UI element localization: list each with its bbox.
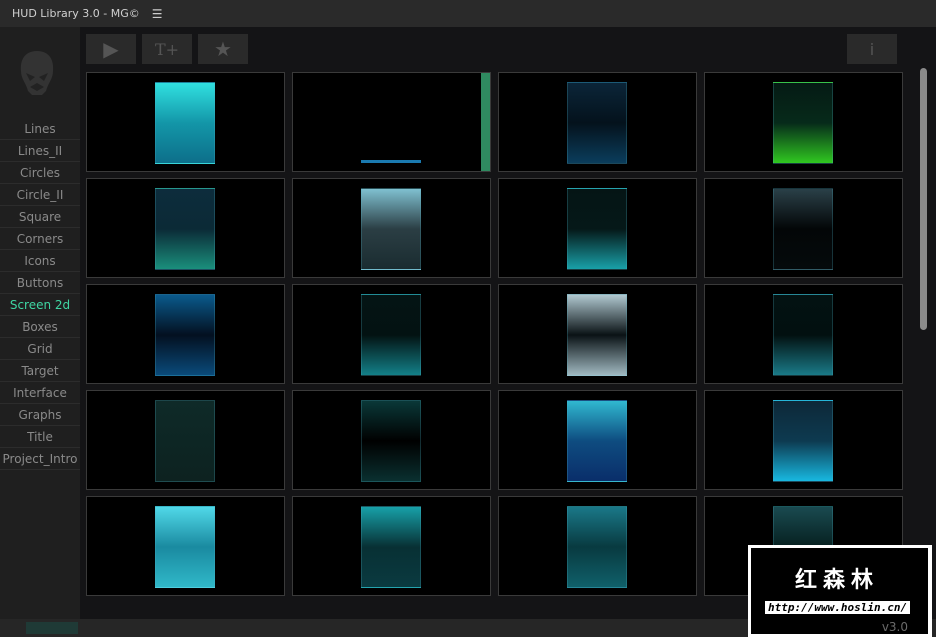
hud-screen-preview [155,294,215,376]
thumbnail-item[interactable] [86,72,285,172]
main-panel: ▶ T+ ★ i [80,27,936,619]
add-text-button[interactable]: T+ [142,34,192,64]
hud-screen-preview [567,506,627,588]
hud-screen-preview [155,506,215,588]
window-title: HUD Library 3.0 - MG© [12,7,140,20]
thumbnail-item[interactable] [498,72,697,172]
thumbnail-item[interactable] [292,284,491,384]
play-icon: ▶ [103,37,119,61]
hud-screen-preview [567,188,627,270]
info-icon: i [869,39,875,59]
hamburger-menu-icon[interactable]: ☰ [152,7,163,21]
add-text-icon: T+ [154,39,180,59]
title-bar: HUD Library 3.0 - MG© ☰ [0,0,936,27]
hud-screen-preview [567,294,627,376]
hud-screen-preview [773,82,833,164]
favorite-button[interactable]: ★ [198,34,248,64]
play-button[interactable]: ▶ [86,34,136,64]
hud-screen-preview [361,294,421,376]
sidebar-item-target[interactable]: Target [0,361,80,382]
sidebar-item-circle-ii[interactable]: Circle_II [0,185,80,206]
thumbnail-item[interactable] [86,496,285,596]
sidebar-item-lines[interactable]: Lines [0,119,80,140]
thumbnail-item[interactable] [86,284,285,384]
sidebar-item-lines-ii[interactable]: Lines_II [0,141,80,162]
scrollbar[interactable] [920,68,927,330]
thumbnail-item[interactable] [498,284,697,384]
sidebar-item-boxes[interactable]: Boxes [0,317,80,338]
thumbnail-item[interactable] [704,178,903,278]
watermark-url: http://www.hoslin.cn/ [765,601,911,614]
version-label: v3.0 [881,620,908,634]
hud-screen-preview [361,400,421,482]
info-button[interactable]: i [847,34,897,64]
sidebar-item-title[interactable]: Title [0,427,80,448]
sidebar: Lines Lines_II Circles Circle_II Square Corne… [0,27,80,619]
sidebar-item-project-intro[interactable]: Project_Intro [0,449,80,470]
hud-screen-preview [155,188,215,270]
skull-logo-icon [20,51,54,95]
sidebar-item-grid[interactable]: Grid [0,339,80,360]
sidebar-item-circles[interactable]: Circles [0,163,80,184]
thumbnail-item[interactable] [704,390,903,490]
hud-screen-preview [361,188,421,270]
hud-screen-preview [361,506,421,588]
progress-bar [26,622,78,634]
sidebar-item-icons[interactable]: Icons [0,251,80,272]
hud-screen-preview [567,82,627,164]
sidebar-item-interface[interactable]: Interface [0,383,80,404]
thumbnail-item[interactable] [292,178,491,278]
thumbnail-item[interactable] [292,390,491,490]
hud-screen-preview [361,160,421,163]
sidebar-item-screen-2d[interactable]: Screen 2d [0,295,80,316]
hud-screen-preview [155,82,215,164]
thumbnail-item[interactable] [704,284,903,384]
hud-screen-preview [773,400,833,482]
thumbnail-item[interactable] [704,72,903,172]
thumbnail-item[interactable] [86,390,285,490]
sidebar-item-square[interactable]: Square [0,207,80,228]
green-bar [481,73,490,171]
thumbnail-item[interactable] [292,72,491,172]
hud-screen-preview [155,400,215,482]
sidebar-item-buttons[interactable]: Buttons [0,273,80,294]
thumbnail-item[interactable] [292,496,491,596]
watermark-text: 红森林 [795,568,880,593]
thumbnail-item[interactable] [498,496,697,596]
thumbnail-item[interactable] [86,178,285,278]
hud-screen-preview [773,294,833,376]
hud-screen-preview [567,400,627,482]
star-icon: ★ [214,37,232,61]
hud-screen-preview [773,188,833,270]
sidebar-item-graphs[interactable]: Graphs [0,405,80,426]
thumbnail-item[interactable] [498,390,697,490]
sidebar-item-corners[interactable]: Corners [0,229,80,250]
thumbnail-item[interactable] [498,178,697,278]
